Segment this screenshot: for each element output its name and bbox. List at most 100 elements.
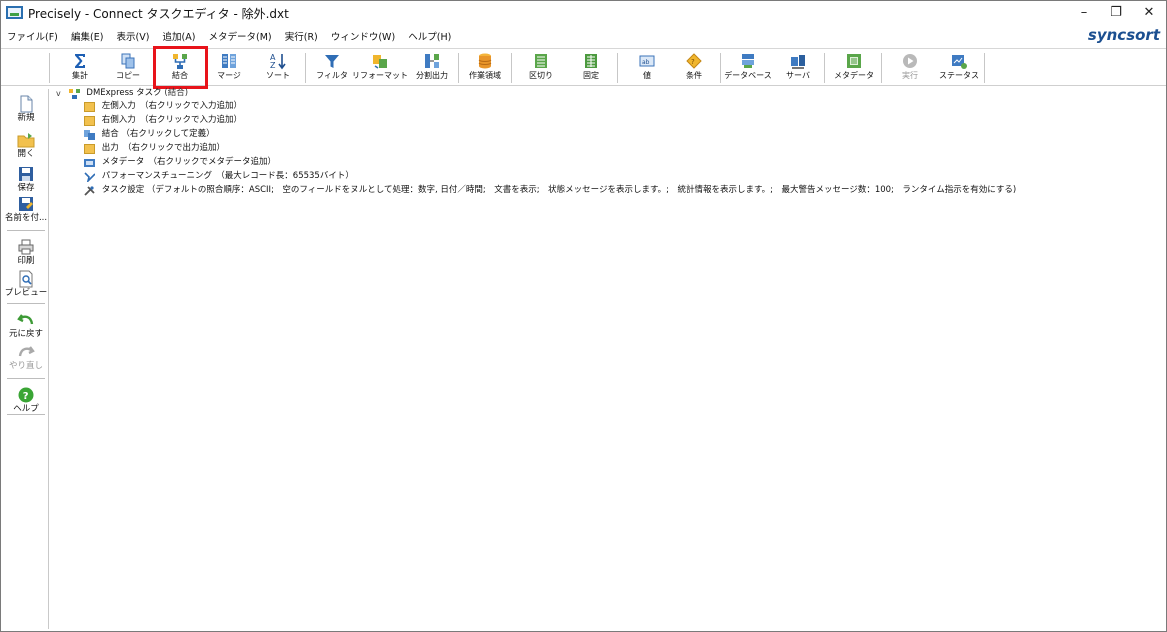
tree-item-metadata[interactable]: メタデータ （右クリックでメタデータ追加） (84, 156, 276, 169)
toolbar-button-label: 固定 (583, 71, 599, 80)
sidebar-button-label: 元に戻す (8, 329, 43, 339)
left-sidebar: 新規 開く 保存 名前を付... 印刷 プレビュー 元に戻す やり直し ? ヘル… (4, 89, 49, 629)
status-icon (952, 55, 967, 69)
sort-icon: AZ (270, 53, 286, 70)
close-button[interactable]: ✕ (1134, 3, 1164, 23)
tree-item-label: タスク設定 （デフォルトの照合順序：ASCII; 空のフィールドをヌルとして処理… (101, 185, 1017, 195)
tree-item-right-input[interactable]: 右側入力 （右クリックで入力追加） (84, 114, 242, 127)
metadata-icon (847, 54, 861, 68)
tree-item-label: 結合 （右クリックして定義） (101, 129, 215, 139)
svg-text:?: ? (691, 58, 695, 66)
tuning-icon (84, 171, 95, 182)
title-bar: Precisely - Connect タスクエディタ - 除外.dxt – ❐… (1, 1, 1166, 25)
toolbar-separator (824, 53, 825, 83)
menu-metadata[interactable]: メタデータ(M) (209, 27, 272, 49)
sidebar-redo-button[interactable]: やり直し (4, 343, 48, 372)
sidebar-separator (7, 303, 45, 304)
tree-root[interactable]: v DMExpress タスク (結合) (56, 87, 188, 100)
sidebar-new-button[interactable]: 新規 (4, 95, 48, 124)
tree-item-join[interactable]: 結合 （右クリックして定義） (84, 128, 215, 141)
tree-root-badge: (結合) (164, 88, 189, 98)
print-icon (18, 239, 34, 255)
settings-icon (84, 185, 95, 196)
tree-item-performance-tuning[interactable]: パフォーマンスチューニング （最大レコード長：65535バイト） (84, 170, 354, 183)
undo-icon (17, 314, 34, 325)
preview-icon (19, 270, 33, 288)
toolbar-delimiter-button[interactable]: 区切り (518, 51, 564, 85)
toolbar-button-label: コピー (116, 71, 140, 80)
toolbar-separator (984, 53, 985, 83)
toolbar-button-label: 作業領域 (469, 71, 501, 80)
toolbar-run-button[interactable]: 実行 (887, 51, 933, 85)
copy-icon (121, 53, 135, 69)
sidebar-print-button[interactable]: 印刷 (4, 238, 48, 267)
toolbar-metadata-button[interactable]: メタデータ (831, 51, 877, 85)
toolbar-condition-button[interactable]: ? 条件 (671, 51, 717, 85)
toolbar-separator (458, 53, 459, 83)
toolbar-merge-button[interactable]: マージ (206, 51, 252, 85)
tree-item-left-input[interactable]: 左側入力 （右クリックで入力追加） (84, 100, 242, 113)
toolbar-button-label: マージ (217, 71, 241, 80)
toolbar-work-area-button[interactable]: 作業領域 (462, 51, 508, 85)
save-icon (19, 167, 33, 181)
tree-item-output[interactable]: 出力 （右クリックで出力追加） (84, 142, 225, 155)
open-folder-icon (17, 133, 35, 148)
app-icon (6, 6, 23, 19)
menu-file[interactable]: ファイル(F) (7, 27, 58, 49)
sidebar-help-button[interactable]: ? ヘルプ (4, 386, 48, 415)
join-node-icon (84, 129, 95, 140)
sidebar-undo-button[interactable]: 元に戻す (4, 311, 48, 340)
toolbar-reformat-button[interactable]: リフォーマット (352, 51, 408, 85)
folder-icon (84, 115, 95, 126)
sidebar-save-as-button[interactable]: 名前を付... (4, 195, 48, 224)
svg-text:?: ? (23, 391, 29, 402)
tree-item-label: 出力 （右クリックで出力追加） (101, 143, 225, 153)
restore-button[interactable]: ❐ (1101, 3, 1131, 23)
sidebar-open-button[interactable]: 開く (4, 131, 48, 160)
toolbar-split-output-button[interactable]: 分割出力 (409, 51, 455, 85)
menu-view[interactable]: 表示(V) (117, 27, 150, 49)
sidebar-button-label: 開く (17, 149, 35, 159)
toolbar-copy-button[interactable]: コピー (105, 51, 151, 85)
sidebar-separator (7, 414, 45, 415)
toolbar-button-label: メタデータ (834, 71, 874, 80)
server-icon (791, 55, 805, 69)
app-window: Precisely - Connect タスクエディタ - 除外.dxt – ❐… (0, 0, 1167, 632)
menu-window[interactable]: ウィンドウ(W) (331, 27, 395, 49)
minimize-button[interactable]: – (1069, 3, 1099, 23)
toolbar-aggregate-button[interactable]: 集計 (57, 51, 103, 85)
tree-expander[interactable]: v (56, 87, 66, 100)
tree-item-label: メタデータ （右クリックでメタデータ追加） (101, 157, 276, 167)
sidebar-separator (7, 378, 45, 379)
tree-item-task-settings[interactable]: タスク設定 （デフォルトの照合順序：ASCII; 空のフィールドをヌルとして処理… (84, 184, 1016, 197)
toolbar-button-label: 実行 (902, 71, 918, 80)
sidebar-save-button[interactable]: 保存 (4, 165, 48, 194)
toolbar-sort-button[interactable]: AZ ソート (255, 51, 301, 85)
new-file-icon (20, 95, 33, 113)
sidebar-button-label: 名前を付... (4, 213, 48, 223)
toolbar-database-button[interactable]: データベース (724, 51, 772, 85)
sidebar-button-label: プレビュー (4, 288, 48, 298)
value-icon: ab (639, 55, 655, 67)
folder-icon (84, 101, 95, 112)
save-as-icon (19, 197, 33, 211)
menu-run[interactable]: 実行(R) (285, 27, 318, 49)
work-area-icon (478, 53, 492, 69)
toolbar-separator (511, 53, 512, 83)
toolbar-button-label: フィルタ (316, 71, 348, 80)
sidebar-preview-button[interactable]: プレビュー (4, 270, 48, 299)
menu-help[interactable]: ヘルプ(H) (408, 27, 451, 49)
toolbar-button-label: サーバ (786, 71, 810, 80)
tree-root-label: DMExpress タスク (86, 88, 162, 98)
menu-edit[interactable]: 編集(E) (71, 27, 103, 49)
toolbar-server-button[interactable]: サーバ (775, 51, 821, 85)
toolbar-fixed-button[interactable]: 固定 (568, 51, 614, 85)
filter-icon (325, 55, 339, 68)
toolbar-value-button[interactable]: ab 値 (624, 51, 670, 85)
toolbar-status-button[interactable]: ステータス (936, 51, 982, 85)
task-tree: v DMExpress タスク (結合) 左側入力 （右クリックで入力追加） 右… (56, 87, 1156, 207)
svg-text:ab: ab (642, 59, 650, 66)
sidebar-button-label: 新規 (17, 113, 35, 123)
toolbar-button-label: リフォーマット (352, 71, 408, 80)
toolbar-filter-button[interactable]: フィルタ (309, 51, 355, 85)
